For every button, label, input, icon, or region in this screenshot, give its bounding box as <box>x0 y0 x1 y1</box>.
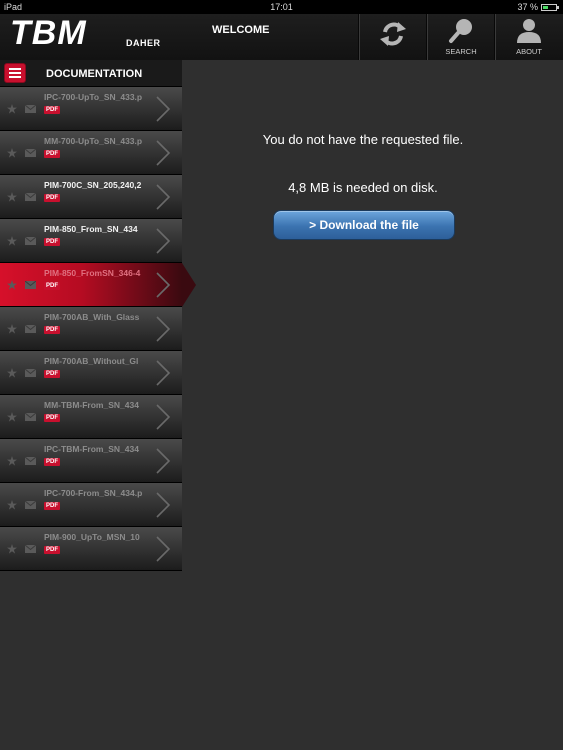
page-title: WELCOME <box>212 24 270 36</box>
document-list-item[interactable]: PIM-700C_SN_205,240,2 PDF <box>0 175 182 219</box>
mail-icon[interactable] <box>25 457 36 465</box>
about-label: ABOUT <box>516 47 542 56</box>
document-name: IPC-TBM-From_SN_434 <box>44 444 139 454</box>
chevron-right-icon <box>156 536 171 562</box>
mail-icon[interactable] <box>25 369 36 377</box>
document-name: PIM-850_FromSN_346-4 <box>44 268 141 278</box>
document-list-item[interactable]: PIM-900_UpTo_MSN_10 PDF <box>0 527 182 571</box>
chevron-right-icon <box>156 272 171 298</box>
star-icon[interactable] <box>7 368 17 378</box>
star-icon[interactable] <box>7 104 17 114</box>
about-button[interactable]: ABOUT <box>496 14 562 60</box>
mail-icon[interactable] <box>25 281 36 289</box>
chevron-right-icon <box>156 404 171 430</box>
pdf-badge: PDF <box>44 370 60 378</box>
document-list-item[interactable]: IPC-TBM-From_SN_434 PDF <box>0 439 182 483</box>
search-button[interactable]: SEARCH <box>428 14 494 60</box>
document-list-item[interactable]: PIM-850_FromSN_346-4 PDF <box>0 263 196 307</box>
pdf-badge: PDF <box>44 194 60 202</box>
mail-icon[interactable] <box>25 501 36 509</box>
search-label: SEARCH <box>445 47 477 56</box>
status-time: 17:01 <box>270 2 293 12</box>
star-icon[interactable] <box>7 544 17 554</box>
document-name: PIM-700AB_Without_Gl <box>44 356 139 366</box>
status-right: 37 % <box>517 2 559 12</box>
document-list: IPC-700-UpTo_SN_433.p PDF MM-700-UpTo_SN_4… <box>0 87 196 571</box>
selection-pointer <box>182 263 196 307</box>
document-list-item[interactable]: PIM-700AB_Without_Gl PDF <box>0 351 182 395</box>
document-name: PIM-900_UpTo_MSN_10 <box>44 532 140 542</box>
document-list-item[interactable]: IPC-700-UpTo_SN_433.p PDF <box>0 87 182 131</box>
pdf-badge: PDF <box>44 502 60 510</box>
chevron-right-icon <box>156 228 171 254</box>
refresh-icon <box>380 22 406 46</box>
mail-icon[interactable] <box>25 413 36 421</box>
disk-space-message: 4,8 MB is needed on disk. <box>288 180 438 195</box>
chevron-right-icon <box>156 96 171 122</box>
pdf-badge: PDF <box>44 414 60 422</box>
pdf-badge: PDF <box>44 238 60 246</box>
menu-button[interactable] <box>4 63 26 83</box>
pdf-badge: PDF <box>44 150 60 158</box>
status-bar: iPad 17:01 37 % <box>0 0 563 14</box>
refresh-button[interactable] <box>360 14 426 60</box>
logo: TBM DAHER <box>8 14 178 60</box>
chevron-right-icon <box>156 492 171 518</box>
star-icon[interactable] <box>7 236 17 246</box>
mail-icon[interactable] <box>25 325 36 333</box>
documentation-sidebar: DOCUMENTATION IPC-700-UpTo_SN_433.p PDF MM… <box>0 60 196 572</box>
mail-icon[interactable] <box>25 545 36 553</box>
battery-percent: 37 % <box>517 2 538 12</box>
star-icon[interactable] <box>7 280 17 290</box>
document-name: PIM-850_From_SN_434 <box>44 224 138 234</box>
star-icon[interactable] <box>7 412 17 422</box>
document-name: IPC-700-UpTo_SN_433.p <box>44 92 142 102</box>
pdf-badge: PDF <box>44 326 60 334</box>
pdf-badge: PDF <box>44 458 60 466</box>
document-list-item[interactable]: MM-700-UpTo_SN_433.p PDF <box>0 131 182 175</box>
document-name: MM-700-UpTo_SN_433.p <box>44 136 142 146</box>
logo-wordmark: TBM <box>10 14 87 52</box>
battery-icon <box>541 3 559 11</box>
star-icon[interactable] <box>7 192 17 202</box>
download-button[interactable]: > Download the file <box>273 210 455 240</box>
hamburger-icon <box>9 68 21 70</box>
document-list-item[interactable]: MM-TBM-From_SN_434 PDF <box>0 395 182 439</box>
chevron-right-icon <box>156 448 171 474</box>
star-icon[interactable] <box>7 456 17 466</box>
document-list-item[interactable]: PIM-850_From_SN_434 PDF <box>0 219 182 263</box>
logo-subtitle: DAHER <box>126 38 161 48</box>
chevron-right-icon <box>156 316 171 342</box>
sidebar-title: DOCUMENTATION <box>46 68 143 80</box>
pdf-badge: PDF <box>44 106 60 114</box>
pdf-badge: PDF <box>44 546 60 554</box>
document-name: PIM-700AB_With_Glass <box>44 312 140 322</box>
star-icon[interactable] <box>7 500 17 510</box>
app-header: TBM DAHER WELCOME SEARCH ABOUT <box>0 14 563 60</box>
missing-file-message: You do not have the requested file. <box>262 132 464 147</box>
document-name: IPC-700-From_SN_434.p <box>44 488 142 498</box>
mail-icon[interactable] <box>25 105 36 113</box>
mail-icon[interactable] <box>25 193 36 201</box>
document-name: PIM-700C_SN_205,240,2 <box>44 180 142 190</box>
chevron-right-icon <box>156 184 171 210</box>
person-icon <box>517 19 541 43</box>
document-list-item[interactable]: PIM-700AB_With_Glass PDF <box>0 307 182 351</box>
document-name: MM-TBM-From_SN_434 <box>44 400 139 410</box>
chevron-right-icon <box>156 140 171 166</box>
mail-icon[interactable] <box>25 149 36 157</box>
search-icon <box>449 19 472 43</box>
document-list-item[interactable]: IPC-700-From_SN_434.p PDF <box>0 483 182 527</box>
pdf-badge: PDF <box>44 282 60 290</box>
chevron-right-icon <box>156 360 171 386</box>
star-icon[interactable] <box>7 148 17 158</box>
mail-icon[interactable] <box>25 237 36 245</box>
sidebar-header: DOCUMENTATION <box>0 60 182 87</box>
star-icon[interactable] <box>7 324 17 334</box>
